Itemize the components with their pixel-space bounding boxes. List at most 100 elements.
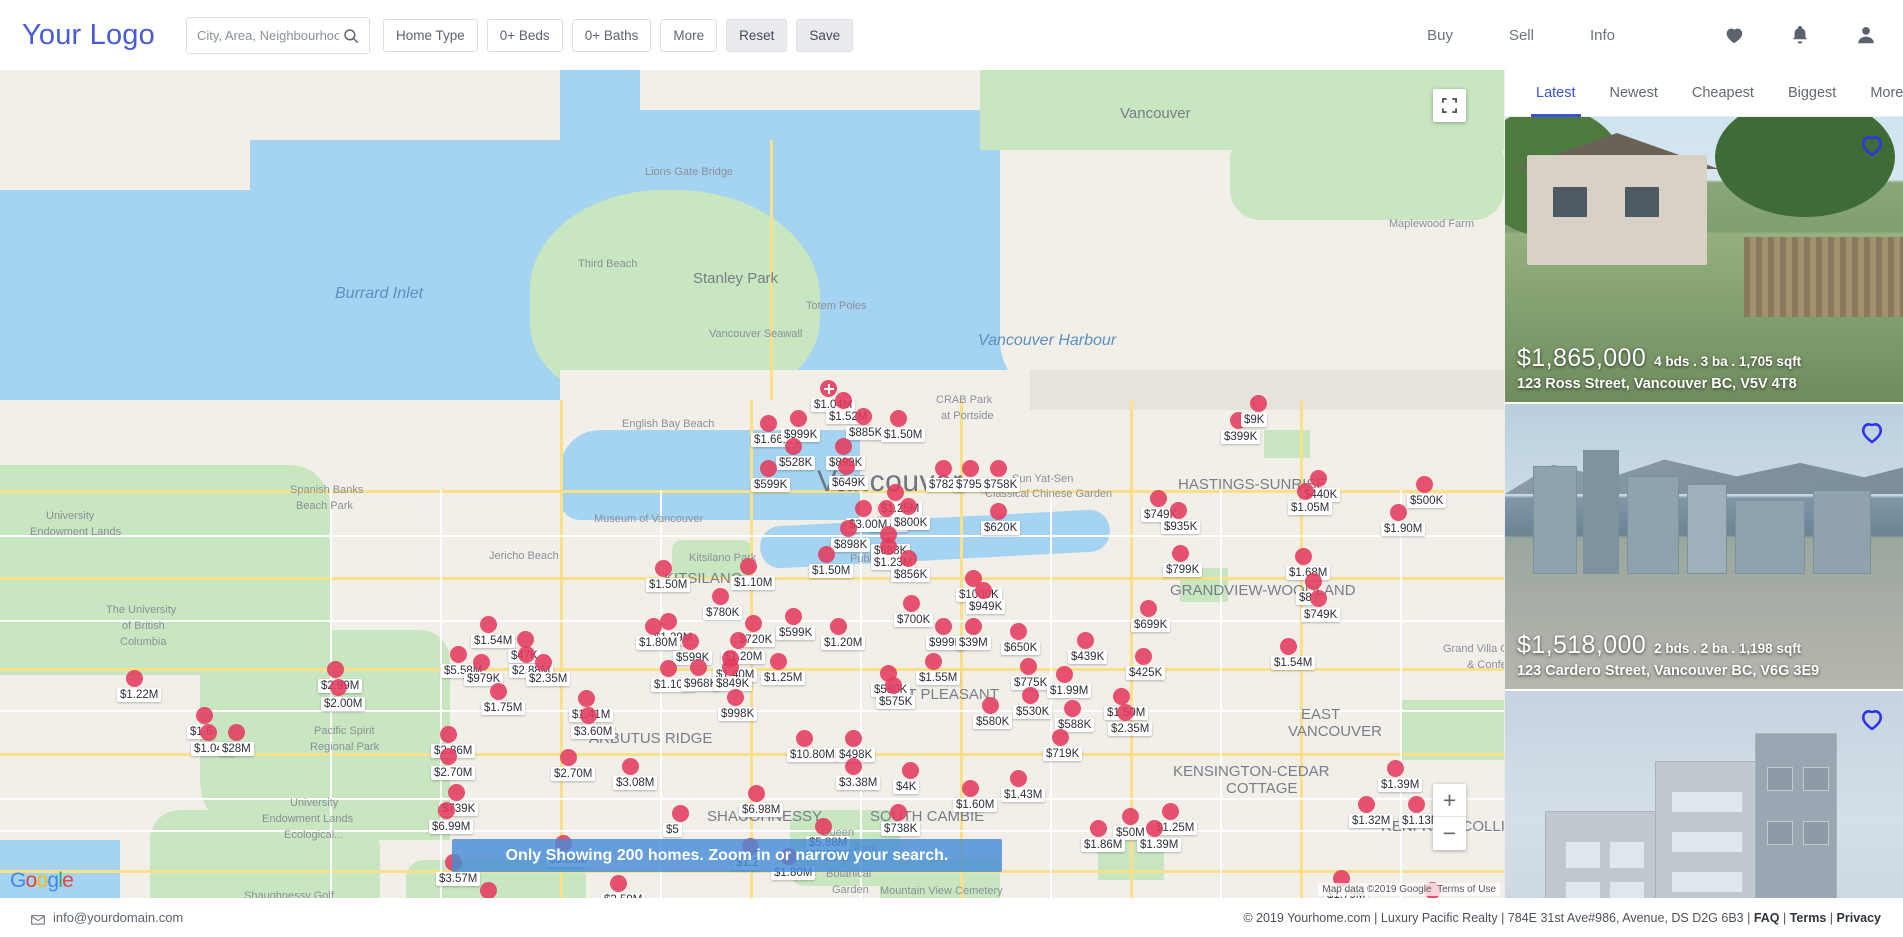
footer-link-terms[interactable]: Terms <box>1790 911 1827 925</box>
map-price-pin[interactable] <box>330 679 347 696</box>
map-price-label[interactable]: $2.35M <box>1108 722 1153 736</box>
map-price-pin[interactable] <box>1387 760 1404 777</box>
map-price-pin[interactable] <box>1408 796 1425 813</box>
map-price-pin[interactable] <box>518 646 535 663</box>
map-price-label[interactable]: $1.54M <box>471 634 516 648</box>
map-price-pin[interactable] <box>925 653 942 670</box>
map-price-label[interactable]: $28M <box>219 742 254 756</box>
map-price-pin[interactable] <box>645 618 662 635</box>
map-price-pin[interactable] <box>1135 648 1152 665</box>
map-price-label[interactable]: $3.57M <box>436 872 481 886</box>
map-price-pin[interactable] <box>855 408 872 425</box>
tab-latest[interactable]: Latest <box>1519 70 1593 117</box>
map-price-pin[interactable] <box>1295 548 1312 565</box>
map-price-pin[interactable] <box>760 415 777 432</box>
nav-sell[interactable]: Sell <box>1481 27 1562 44</box>
map-price-pin[interactable] <box>840 520 857 537</box>
tab-cheapest[interactable]: Cheapest <box>1675 70 1771 117</box>
map-price-label[interactable]: $4K <box>893 780 920 794</box>
map-price-pin[interactable] <box>126 670 143 687</box>
map-price-pin[interactable] <box>722 659 739 676</box>
map-price-pin[interactable] <box>200 724 217 741</box>
filter-more[interactable]: More <box>660 18 718 52</box>
map-price-label[interactable]: $649K <box>829 476 869 490</box>
map-price-label[interactable]: $738K <box>881 822 921 836</box>
favorite-heart-icon[interactable] <box>1858 418 1886 444</box>
map-price-pin[interactable] <box>655 560 672 577</box>
map-price-label[interactable]: $530K <box>1013 705 1053 719</box>
map-price-label[interactable]: $1.39M <box>1378 778 1423 792</box>
filter-baths[interactable]: 0+ Baths <box>571 18 652 52</box>
map-price-pin[interactable] <box>578 690 595 707</box>
map-price-label[interactable]: $1.60M <box>953 798 998 812</box>
map-price-pin[interactable] <box>1052 729 1069 746</box>
map-price-label[interactable]: $575K <box>876 695 916 709</box>
map-price-label[interactable]: $1.32M <box>1349 814 1394 828</box>
map-price-pin[interactable] <box>1113 688 1130 705</box>
map-price-label[interactable]: $1.39M <box>1137 838 1182 852</box>
favorite-heart-icon[interactable] <box>1858 705 1886 731</box>
map-price-label[interactable]: $399K <box>1221 430 1261 444</box>
map-price-pin[interactable] <box>745 615 762 632</box>
map-price-pin[interactable] <box>622 758 639 775</box>
map-area[interactable]: Lions Gate Bridge Vancouver Burrard Inlet T… <box>0 70 1504 898</box>
map-price-pin[interactable] <box>902 762 919 779</box>
map-price-label[interactable]: $780K <box>703 606 743 620</box>
map-price-pin[interactable] <box>1170 502 1187 519</box>
map-price-pin[interactable] <box>820 380 837 397</box>
map-price-label[interactable]: $580K <box>973 715 1013 729</box>
map-price-label[interactable]: $2.70M <box>431 766 476 780</box>
map-price-pin[interactable] <box>990 503 1007 520</box>
map-price-label[interactable]: $1.20M <box>821 636 866 650</box>
map-price-label[interactable]: $1.55M <box>916 671 961 685</box>
map-price-pin[interactable] <box>1022 687 1039 704</box>
map-price-label[interactable]: $935K <box>1161 520 1201 534</box>
map-price-label[interactable]: $425K <box>1126 666 1166 680</box>
map-price-label[interactable]: $3.60M <box>571 725 616 739</box>
map-price-pin[interactable] <box>580 707 597 724</box>
map-price-pin[interactable] <box>1064 700 1081 717</box>
map-price-pin[interactable] <box>448 784 465 801</box>
map-price-label[interactable]: $3.08M <box>613 776 658 790</box>
map-price-pin[interactable] <box>962 780 979 797</box>
zoom-controls[interactable]: + − <box>1433 784 1466 850</box>
map-price-pin[interactable] <box>660 613 677 630</box>
map-price-label[interactable]: $2.35M <box>526 672 571 686</box>
map-price-pin[interactable] <box>935 460 952 477</box>
map-price-pin[interactable] <box>610 875 627 892</box>
map-price-pin[interactable] <box>480 616 497 633</box>
map-price-pin[interactable] <box>890 804 907 821</box>
nav-buy[interactable]: Buy <box>1399 27 1481 44</box>
map-price-pin[interactable] <box>962 460 979 477</box>
map-price-pin[interactable] <box>327 661 344 678</box>
map-price-pin[interactable] <box>682 633 699 650</box>
map-price-pin[interactable] <box>880 538 897 555</box>
map-price-pin[interactable] <box>440 748 457 765</box>
map-price-label[interactable]: $699K <box>1131 618 1171 632</box>
map-price-label[interactable]: $1.90M <box>1381 522 1426 536</box>
map-price-pin[interactable] <box>1146 820 1163 837</box>
map-price-pin[interactable] <box>1280 638 1297 655</box>
map-price-pin[interactable] <box>1056 666 1073 683</box>
map-price-label[interactable]: $898K <box>831 538 871 552</box>
map-price-label[interactable]: $1.75M <box>481 701 526 715</box>
map-price-pin[interactable] <box>790 410 807 427</box>
map-price-label[interactable]: $599K <box>776 626 816 640</box>
map-price-label[interactable]: $620K <box>981 521 1021 535</box>
map-price-pin[interactable] <box>900 498 917 515</box>
map-terms-link[interactable]: Terms of Use <box>1437 884 1496 895</box>
map-price-label[interactable]: $528K <box>776 456 816 470</box>
filter-beds[interactable]: 0+ Beds <box>486 18 563 52</box>
map-price-label[interactable]: $1.80M <box>636 636 681 650</box>
map-price-pin[interactable] <box>1077 632 1094 649</box>
map-price-label[interactable]: $885K <box>846 426 886 440</box>
footer-link-privacy[interactable]: Privacy <box>1837 911 1881 925</box>
map-price-pin[interactable] <box>965 618 982 635</box>
zoom-out-button[interactable]: − <box>1433 817 1466 850</box>
map-price-pin[interactable] <box>1010 623 1027 640</box>
map-price-pin[interactable] <box>830 618 847 635</box>
map-price-pin[interactable] <box>1122 808 1139 825</box>
search-box[interactable] <box>185 16 370 54</box>
map-price-pin[interactable] <box>903 595 920 612</box>
map-price-pin[interactable] <box>835 392 852 409</box>
